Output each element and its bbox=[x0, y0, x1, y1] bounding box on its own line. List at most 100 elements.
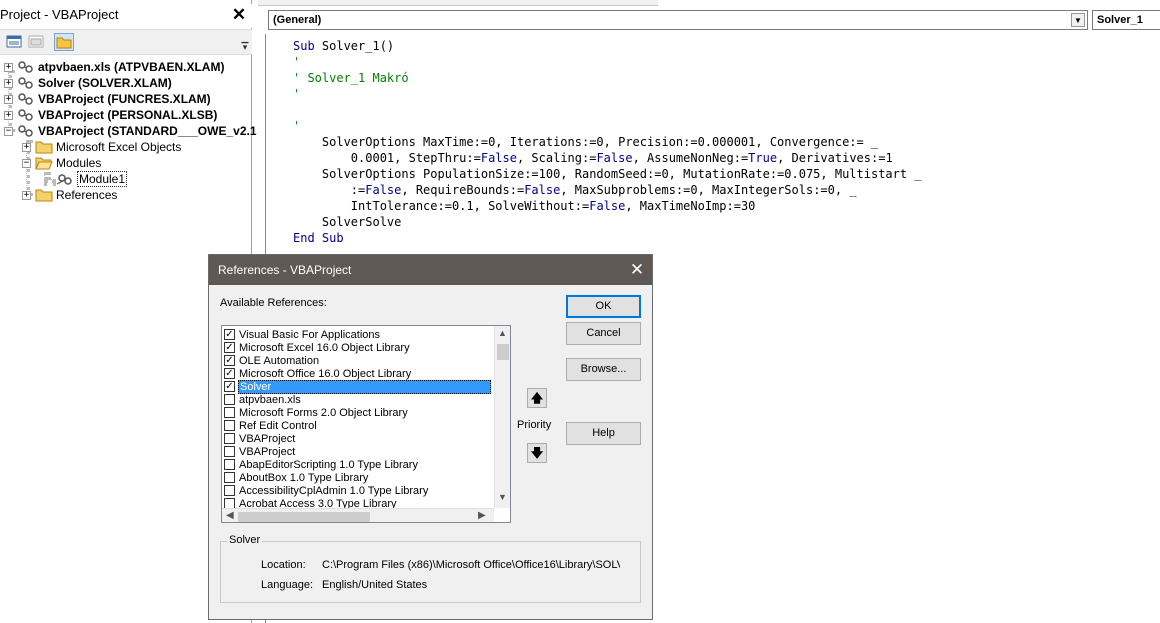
reference-item[interactable]: VBAProject bbox=[224, 432, 296, 445]
code-editor[interactable]: Sub Solver_1() ' ' Solver_1 Makró ' ' Solver… bbox=[293, 38, 1153, 246]
tree-item-modules[interactable]: − Modules bbox=[22, 155, 101, 171]
checkbox-unchecked[interactable] bbox=[224, 433, 235, 444]
code-comment: ' Solver_1 Makró bbox=[293, 71, 409, 85]
procedure-dropdown-value: Solver_1 bbox=[1097, 14, 1143, 26]
priority-up-button[interactable]: 🡅 bbox=[527, 388, 547, 408]
vertical-scrollbar[interactable]: ▲ ▼ bbox=[494, 326, 510, 508]
reference-item[interactable]: Microsoft Forms 2.0 Object Library bbox=[224, 406, 409, 419]
code-comment: ' bbox=[293, 119, 301, 133]
reference-item[interactable]: AccessibilityCplAdmin 1.0 Type Library bbox=[224, 484, 429, 497]
tree-item-label: Microsoft Excel Objects bbox=[56, 140, 182, 154]
checkbox-checked[interactable]: ✓ bbox=[224, 381, 235, 392]
code-line[interactable]: SolverSolve bbox=[293, 214, 1153, 230]
tree-item-module1[interactable]: Module1 bbox=[56, 171, 128, 187]
scrollbar-thumb[interactable] bbox=[238, 512, 370, 522]
tree-item-label: VBAProject (PERSONAL.XLSB) bbox=[38, 108, 218, 122]
available-references-label: Available References: bbox=[220, 297, 327, 309]
reference-label: Ref Edit Control bbox=[239, 419, 317, 432]
code-keyword: Sub bbox=[293, 39, 322, 53]
checkbox-unchecked[interactable] bbox=[224, 394, 235, 405]
expand-icon[interactable]: + bbox=[22, 190, 31, 200]
reference-label: VBAProject bbox=[239, 445, 296, 458]
procedure-dropdown[interactable]: Solver_1 bbox=[1092, 10, 1160, 30]
reference-item[interactable]: atpvbaen.xls bbox=[224, 393, 302, 406]
reference-label: Microsoft Forms 2.0 Object Library bbox=[239, 406, 408, 419]
reference-item[interactable]: ✓ Solver bbox=[224, 379, 491, 394]
expand-icon[interactable]: + bbox=[4, 62, 13, 72]
code-line[interactable]: SolverOptions MaxTime:=0, Iterations:=0,… bbox=[293, 134, 1153, 150]
tree-item-excel-objects[interactable]: + Microsoft Excel Objects bbox=[22, 139, 181, 155]
code-line[interactable]: End Sub bbox=[293, 230, 1153, 246]
tree-item-standard[interactable]: − VBAProject (STANDARD___OWE_v2.1 bbox=[4, 123, 257, 139]
close-icon[interactable]: ✕ bbox=[229, 6, 249, 26]
tree-item-personal[interactable]: + VBAProject (PERSONAL.XLSB) bbox=[4, 107, 217, 123]
checkbox-checked[interactable]: ✓ bbox=[224, 329, 235, 340]
reference-item[interactable]: Ref Edit Control bbox=[224, 419, 318, 432]
horizontal-scrollbar[interactable]: ◀ ▶ bbox=[222, 508, 494, 522]
code-text: 0.0001, StepThru:= bbox=[293, 151, 481, 165]
tree-item-funcres[interactable]: + VBAProject (FUNCRES.XLAM) bbox=[4, 91, 211, 107]
code-keyword: False bbox=[480, 151, 517, 165]
checkbox-unchecked[interactable] bbox=[224, 446, 235, 457]
code-keyword: False bbox=[524, 183, 561, 197]
close-icon[interactable]: ✕ bbox=[627, 260, 647, 280]
reference-item[interactable]: ✓ Microsoft Office 16.0 Object Library bbox=[224, 367, 412, 380]
checkbox-checked[interactable]: ✓ bbox=[224, 368, 235, 379]
scroll-right-icon[interactable]: ▶ bbox=[478, 510, 486, 521]
checkbox-unchecked[interactable] bbox=[224, 485, 235, 496]
code-line[interactable]: IntTolerance:=0.1, SolveWithout:=False, … bbox=[293, 198, 1153, 214]
view-code-icon[interactable] bbox=[4, 33, 24, 51]
collapse-icon[interactable]: − bbox=[22, 158, 31, 168]
toolbar-overflow-icon[interactable]: ▁ ▾ bbox=[240, 34, 250, 52]
reference-item[interactable]: ✓ OLE Automation bbox=[224, 354, 320, 367]
tree-item-label: References bbox=[56, 188, 118, 202]
scroll-up-icon[interactable]: ▲ bbox=[498, 328, 507, 338]
reference-item[interactable]: ✓ Visual Basic For Applications bbox=[224, 328, 381, 341]
expand-icon[interactable]: + bbox=[22, 142, 31, 152]
code-line[interactable]: ' bbox=[293, 86, 1153, 102]
checkbox-checked[interactable]: ✓ bbox=[224, 355, 235, 366]
code-line[interactable]: :=False, RequireBounds:=False, MaxSubpro… bbox=[293, 182, 1153, 198]
browse-button[interactable]: Browse... bbox=[566, 358, 641, 381]
scroll-down-icon[interactable]: ▼ bbox=[498, 492, 507, 502]
checkbox-unchecked[interactable] bbox=[224, 407, 235, 418]
code-line[interactable]: ' bbox=[293, 118, 1153, 134]
ok-button[interactable]: OK bbox=[566, 295, 641, 318]
cancel-button[interactable]: Cancel bbox=[566, 322, 641, 345]
expand-icon[interactable]: + bbox=[4, 110, 13, 120]
code-line[interactable]: SolverOptions PopulationSize:=100, Rando… bbox=[293, 166, 1153, 182]
reference-item[interactable]: AbapEditorScripting 1.0 Type Library bbox=[224, 458, 419, 471]
code-line[interactable]: ' Solver_1 Makró bbox=[293, 70, 1153, 86]
scrollbar-thumb[interactable] bbox=[497, 344, 509, 360]
collapse-icon[interactable]: − bbox=[4, 126, 13, 136]
dropdown-arrow-icon[interactable]: ▼ bbox=[1071, 13, 1085, 27]
code-line[interactable]: Sub Solver_1() bbox=[293, 38, 1153, 54]
expand-icon[interactable]: + bbox=[4, 78, 13, 88]
object-dropdown[interactable]: (General) ▼ bbox=[268, 10, 1088, 30]
checkbox-unchecked[interactable] bbox=[224, 420, 235, 431]
priority-down-button[interactable]: 🡇 bbox=[527, 443, 547, 463]
help-button[interactable]: Help bbox=[566, 422, 641, 445]
scroll-left-icon[interactable]: ◀ bbox=[226, 510, 234, 521]
reference-item[interactable]: VBAProject bbox=[224, 445, 296, 458]
dialog-titlebar[interactable]: References - VBAProject ✕ bbox=[209, 255, 652, 285]
tree-item-atpvbaen[interactable]: + atpvbaen.xls (ATPVBAEN.XLAM) bbox=[4, 59, 224, 75]
code-line[interactable] bbox=[293, 102, 1153, 118]
vba-project-icon bbox=[17, 108, 35, 122]
reference-label: Microsoft Office 16.0 Object Library bbox=[239, 367, 412, 380]
code-line[interactable]: 0.0001, StepThru:=False, Scaling:=False,… bbox=[293, 150, 1153, 166]
toggle-folders-icon[interactable] bbox=[54, 33, 74, 51]
reference-label: AboutBox 1.0 Type Library bbox=[239, 471, 369, 484]
code-text: SolverOptions PopulationSize:=100, Rando… bbox=[293, 167, 922, 181]
tree-item-solver[interactable]: + Solver (SOLVER.XLAM) bbox=[4, 75, 172, 91]
checkbox-checked[interactable]: ✓ bbox=[224, 342, 235, 353]
available-references-list[interactable]: ✓ Visual Basic For Applications ✓ Microsoft… bbox=[221, 325, 511, 523]
tree-item-references[interactable]: + References bbox=[22, 187, 117, 203]
checkbox-unchecked[interactable] bbox=[224, 472, 235, 483]
checkbox-unchecked[interactable] bbox=[224, 459, 235, 470]
code-line[interactable]: ' bbox=[293, 54, 1153, 70]
expand-icon[interactable]: + bbox=[4, 94, 13, 104]
reference-item[interactable]: ✓ Microsoft Excel 16.0 Object Library bbox=[224, 341, 411, 354]
reference-item[interactable]: AboutBox 1.0 Type Library bbox=[224, 471, 369, 484]
view-object-icon[interactable] bbox=[26, 33, 46, 51]
